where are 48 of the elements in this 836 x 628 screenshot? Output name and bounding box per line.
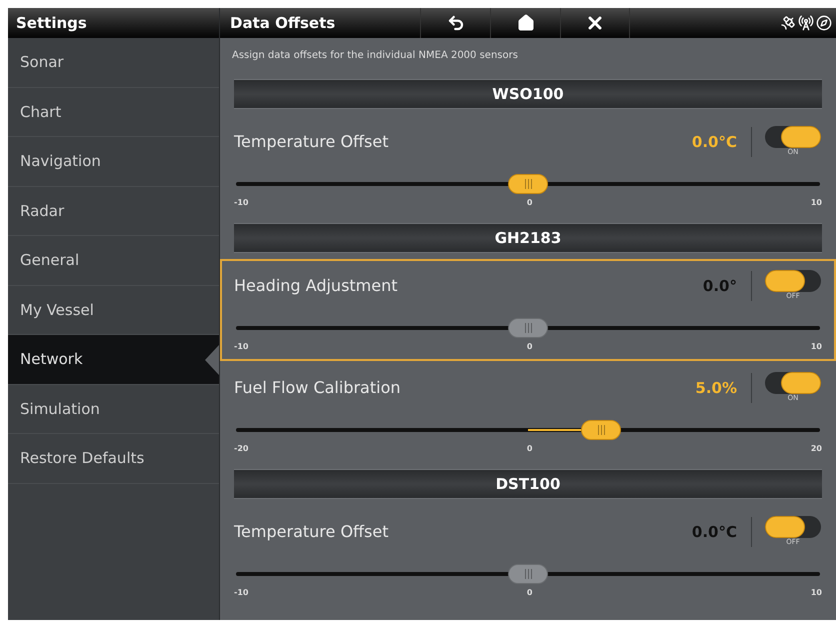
sidebar-title: Settings (16, 12, 87, 34)
slider[interactable] (236, 173, 820, 195)
sidebar-item[interactable]: Chart (8, 88, 219, 137)
slider-mid-label: 0 (526, 197, 532, 209)
setting-value: 0.0°C (692, 132, 737, 153)
slider-min-label: -10 (234, 587, 248, 599)
sidebar-item[interactable]: Network (8, 335, 219, 384)
setting-name: Heading Adjustment (234, 275, 399, 297)
slider-min-label: -20 (234, 443, 248, 455)
slider[interactable] (236, 563, 820, 585)
back-icon (446, 14, 464, 32)
slider-thumb[interactable] (508, 564, 548, 584)
sidebar-item[interactable]: Sonar (8, 38, 219, 88)
sidebar-item[interactable]: Radar (8, 186, 219, 236)
slider-max-label: 10 (810, 197, 822, 209)
setting-name: Temperature Offset (234, 131, 390, 153)
sidebar-item[interactable]: Navigation (8, 137, 219, 186)
section-title: WSO100 (492, 84, 564, 105)
slider-mid-label: 0 (526, 341, 532, 353)
slider-max-label: 20 (810, 443, 822, 455)
setting-name: Temperature Offset (234, 521, 390, 543)
section-title: DST100 (496, 474, 560, 495)
setting-name: Fuel Flow Calibration (234, 377, 402, 399)
slider-thumb[interactable] (508, 174, 548, 194)
sidebar-item[interactable]: General (8, 236, 219, 286)
slider-mid-label: 0 (526, 443, 532, 455)
sidebar-item[interactable]: Restore Defaults (8, 434, 219, 484)
slider-thumb[interactable] (508, 318, 548, 338)
setting-value: 5.0% (695, 378, 737, 399)
setting-value: 0.0° (702, 276, 737, 297)
slider[interactable] (236, 317, 820, 339)
section-title: GH2183 (494, 228, 562, 249)
page-description: Assign data offsets for the individual NMEA 2000 sensors (231, 49, 519, 63)
slider-min-label: -10 (234, 197, 248, 209)
slider-max-label: 10 (810, 341, 822, 353)
home-icon (516, 14, 534, 32)
slider-thumb[interactable] (581, 420, 621, 440)
close-button[interactable] (560, 8, 630, 38)
setting-value: 0.0°C (692, 522, 737, 543)
antenna-icon (798, 15, 814, 31)
slider-min-label: -10 (234, 341, 248, 353)
slider[interactable] (236, 419, 820, 441)
compass-icon (816, 15, 832, 31)
slider-mid-label: 0 (526, 587, 532, 599)
satellite-icon (780, 15, 796, 31)
sidebar-item[interactable]: Simulation (8, 384, 219, 434)
slider-max-label: 10 (810, 587, 822, 599)
page-title: Data Offsets (229, 12, 336, 34)
